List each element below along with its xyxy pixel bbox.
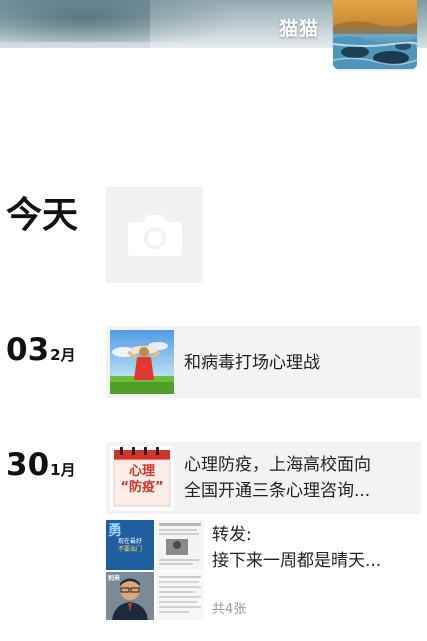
poster-text: 别来	[108, 575, 121, 582]
post-thumbnail[interactable]	[110, 330, 174, 394]
date-label: 301月	[6, 450, 76, 481]
image-count: 共4张	[212, 602, 247, 617]
post-text: 和病毒打场心理战	[184, 353, 320, 373]
grid-image[interactable]	[156, 572, 204, 620]
poster-text: 现在最好	[117, 538, 142, 545]
date-month: 2月	[50, 346, 76, 364]
avatar[interactable]	[333, 0, 417, 69]
date-label: 032月	[6, 335, 76, 366]
post-text-line-2: 全国开通三条心理咨询...	[184, 481, 371, 501]
post-text-line-1: 心理防疫，上海高校面向	[184, 455, 371, 475]
date-month: 1月	[50, 461, 76, 479]
user-nickname[interactable]: 猫猫	[279, 14, 319, 41]
today-label: 今天	[6, 195, 79, 236]
image-grid[interactable]: 勇 现在最好 不要出门 别来	[106, 520, 204, 620]
grid-image[interactable]: 别来	[106, 572, 154, 620]
post-text: 心理防疫，上海高校面向 全国开通三条心理咨询...	[184, 452, 415, 504]
grid-image[interactable]: 勇 现在最好 不要出门	[106, 520, 154, 570]
document-photo-icon	[159, 576, 201, 613]
thumb-text-top: 心理	[128, 464, 155, 479]
repost-title: 转发:	[212, 525, 252, 545]
moment-post[interactable]: 和病毒打场心理战	[106, 326, 421, 398]
add-photo-button[interactable]	[106, 187, 203, 283]
document-photo-icon	[159, 523, 201, 565]
repost-text: 转发: 接下来一周都是晴天...	[212, 522, 415, 574]
thumb-text-bottom: “防疫”	[120, 480, 164, 495]
grid-image[interactable]	[156, 520, 204, 570]
camera-icon	[127, 215, 182, 256]
post-thumbnail[interactable]: 心理 “防疫”	[110, 446, 174, 510]
date-day: 03	[6, 332, 50, 368]
poster-text: 勇	[108, 523, 122, 539]
landscape-photo-icon	[333, 0, 417, 69]
girl-in-field-photo-icon	[110, 330, 174, 394]
repost-item[interactable]: 勇 现在最好 不要出门 别来 转发: 接下来一周都是晴天... 共4张	[106, 520, 421, 624]
repost-body: 接下来一周都是晴天...	[212, 551, 382, 571]
date-day: 30	[6, 447, 50, 483]
moment-post[interactable]: 心理 “防疫” 心理防疫，上海高校面向 全国开通三条心理咨询...	[106, 442, 421, 514]
poster-text: 不要出门	[117, 546, 142, 553]
